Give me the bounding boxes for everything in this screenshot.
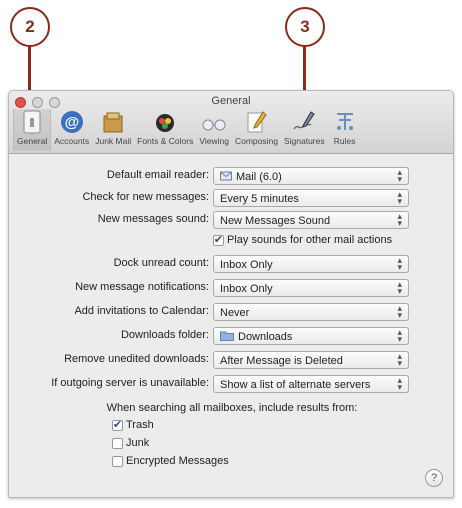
tab-fonts-colors[interactable]: Fonts & Colors bbox=[134, 109, 196, 151]
title-bar: General General @ Accounts Junk Mail Fon… bbox=[9, 91, 453, 154]
tab-viewing-label: Viewing bbox=[199, 136, 229, 146]
tab-rules-label: Rules bbox=[333, 136, 356, 146]
encrypted-checkbox[interactable] bbox=[112, 455, 123, 467]
search-option-encrypted[interactable]: Encrypted Messages bbox=[112, 455, 229, 467]
search-results-heading: When searching all mailboxes, include re… bbox=[106, 402, 358, 414]
tab-accounts[interactable]: @ Accounts bbox=[51, 109, 92, 151]
rules-icon bbox=[331, 109, 359, 135]
outgoing-unavailable-value: Show a list of alternate servers bbox=[220, 379, 371, 391]
setting-add-invitations: Add invitations to Calendar: Never ▴ ▾ bbox=[9, 303, 453, 322]
tab-composing[interactable]: Composing bbox=[232, 109, 281, 151]
junk-mail-icon bbox=[99, 109, 127, 135]
search-option-junk[interactable]: Junk bbox=[112, 437, 149, 449]
check-new-messages-value: Every 5 minutes bbox=[220, 193, 299, 205]
trash-checkbox[interactable]: ✔ bbox=[112, 419, 123, 431]
preferences-window: General General @ Accounts Junk Mail Fon… bbox=[8, 90, 454, 498]
dock-unread-count-value: Inbox Only bbox=[220, 259, 273, 271]
setting-new-message-notifications: New message notifications: Inbox Only ▴ ▾ bbox=[9, 279, 453, 298]
tab-composing-label: Composing bbox=[234, 136, 278, 146]
setting-new-messages-sound: New messages sound: New Messages Sound ▴… bbox=[9, 211, 453, 230]
tab-accounts-label: Accounts bbox=[54, 136, 90, 146]
tab-general[interactable]: General bbox=[13, 109, 52, 151]
new-messages-sound-popup[interactable]: New Messages Sound ▴ ▾ bbox=[213, 211, 409, 229]
fonts-colors-icon bbox=[151, 109, 179, 135]
setting-check-new-messages: Check for new messages: Every 5 minutes … bbox=[9, 189, 453, 208]
tab-viewing[interactable]: Viewing bbox=[196, 109, 232, 151]
trash-label: Trash bbox=[126, 419, 154, 431]
play-sounds-label: Play sounds for other mail actions bbox=[227, 234, 393, 246]
new-message-notifications-value: Inbox Only bbox=[220, 283, 273, 295]
popup-arrows-icon: ▴ ▾ bbox=[397, 189, 402, 206]
tab-general-label: General bbox=[17, 136, 48, 146]
tab-junk-mail[interactable]: Junk Mail bbox=[92, 109, 134, 151]
add-invitations-label: Add invitations to Calendar: bbox=[74, 305, 209, 317]
setting-dock-unread-count: Dock unread count: Inbox Only ▴ ▾ bbox=[9, 255, 453, 274]
setting-remove-unedited: Remove unedited downloads: After Message… bbox=[9, 351, 453, 370]
default-email-reader-popup[interactable]: Mail (6.0) ▴ ▾ bbox=[213, 167, 409, 185]
add-invitations-popup[interactable]: Never ▴ ▾ bbox=[213, 303, 409, 321]
mail-app-icon bbox=[220, 170, 232, 185]
composing-pencil-icon bbox=[242, 109, 270, 135]
add-invitations-value: Never bbox=[220, 307, 250, 319]
popup-arrows-icon: ▴ ▾ bbox=[397, 255, 402, 272]
popup-arrows-icon: ▴ ▾ bbox=[397, 351, 402, 368]
downloads-folder-popup[interactable]: Downloads ▴ ▾ bbox=[213, 327, 409, 345]
dock-unread-count-label: Dock unread count: bbox=[113, 257, 209, 269]
callout-3: 3 bbox=[285, 7, 325, 47]
check-new-messages-popup[interactable]: Every 5 minutes ▴ ▾ bbox=[213, 189, 409, 207]
help-button[interactable]: ? bbox=[425, 469, 443, 487]
svg-text:@: @ bbox=[64, 114, 79, 131]
search-option-trash[interactable]: ✔ Trash bbox=[112, 419, 154, 431]
junk-label: Junk bbox=[126, 437, 150, 449]
downloads-folder-label: Downloads folder: bbox=[120, 329, 209, 341]
at-sign-icon: @ bbox=[58, 109, 86, 135]
callout-2: 2 bbox=[10, 7, 50, 47]
play-sounds-option[interactable]: ✔ Play sounds for other mail actions bbox=[213, 234, 392, 246]
junk-checkbox[interactable] bbox=[112, 437, 123, 449]
tab-signatures-label: Signatures bbox=[283, 136, 325, 146]
tab-signatures[interactable]: Signatures bbox=[281, 109, 328, 151]
signature-pen-icon bbox=[290, 109, 318, 135]
setting-default-email-reader: Default email reader: Mail (6.0) ▴ ▾ bbox=[9, 167, 453, 186]
remove-unedited-popup[interactable]: After Message is Deleted ▴ ▾ bbox=[213, 351, 409, 369]
setting-downloads-folder: Downloads folder: Downloads ▴ ▾ bbox=[9, 327, 453, 346]
window-title: General bbox=[211, 95, 251, 107]
popup-arrows-icon: ▴ ▾ bbox=[397, 167, 402, 184]
popup-arrows-icon: ▴ ▾ bbox=[397, 327, 402, 344]
new-messages-sound-value: New Messages Sound bbox=[220, 215, 331, 227]
preferences-toolbar: General @ Accounts Junk Mail Fonts & Col… bbox=[13, 109, 449, 151]
general-switch-icon bbox=[18, 109, 46, 135]
new-message-notifications-label: New message notifications: bbox=[75, 281, 209, 293]
setting-outgoing-unavailable: If outgoing server is unavailable: Show … bbox=[9, 375, 453, 394]
new-messages-sound-label: New messages sound: bbox=[97, 213, 209, 225]
outgoing-unavailable-label: If outgoing server is unavailable: bbox=[51, 377, 209, 389]
check-new-messages-label: Check for new messages: bbox=[82, 191, 209, 203]
tab-rules[interactable]: Rules bbox=[328, 109, 362, 151]
dock-unread-count-popup[interactable]: Inbox Only ▴ ▾ bbox=[213, 255, 409, 273]
popup-arrows-icon: ▴ ▾ bbox=[397, 303, 402, 320]
general-settings: Default email reader: Mail (6.0) ▴ ▾ Chec… bbox=[9, 154, 453, 467]
folder-icon bbox=[220, 330, 234, 344]
remove-unedited-label: Remove unedited downloads: bbox=[64, 353, 209, 365]
popup-arrows-icon: ▴ ▾ bbox=[397, 279, 402, 296]
popup-arrows-icon: ▴ ▾ bbox=[397, 375, 402, 392]
tab-fonts-colors-label: Fonts & Colors bbox=[137, 136, 194, 146]
default-email-reader-value: Mail (6.0) bbox=[236, 171, 282, 183]
popup-arrows-icon: ▴ ▾ bbox=[397, 211, 402, 228]
default-email-reader-label: Default email reader: bbox=[106, 169, 209, 181]
remove-unedited-value: After Message is Deleted bbox=[220, 355, 343, 367]
outgoing-unavailable-popup[interactable]: Show a list of alternate servers ▴ ▾ bbox=[213, 375, 409, 393]
glasses-icon bbox=[200, 109, 228, 135]
play-sounds-checkbox[interactable]: ✔ bbox=[213, 234, 224, 246]
new-message-notifications-popup[interactable]: Inbox Only ▴ ▾ bbox=[213, 279, 409, 297]
downloads-folder-value: Downloads bbox=[238, 331, 293, 343]
tab-junk-mail-label: Junk Mail bbox=[95, 136, 132, 146]
encrypted-label: Encrypted Messages bbox=[126, 455, 229, 467]
